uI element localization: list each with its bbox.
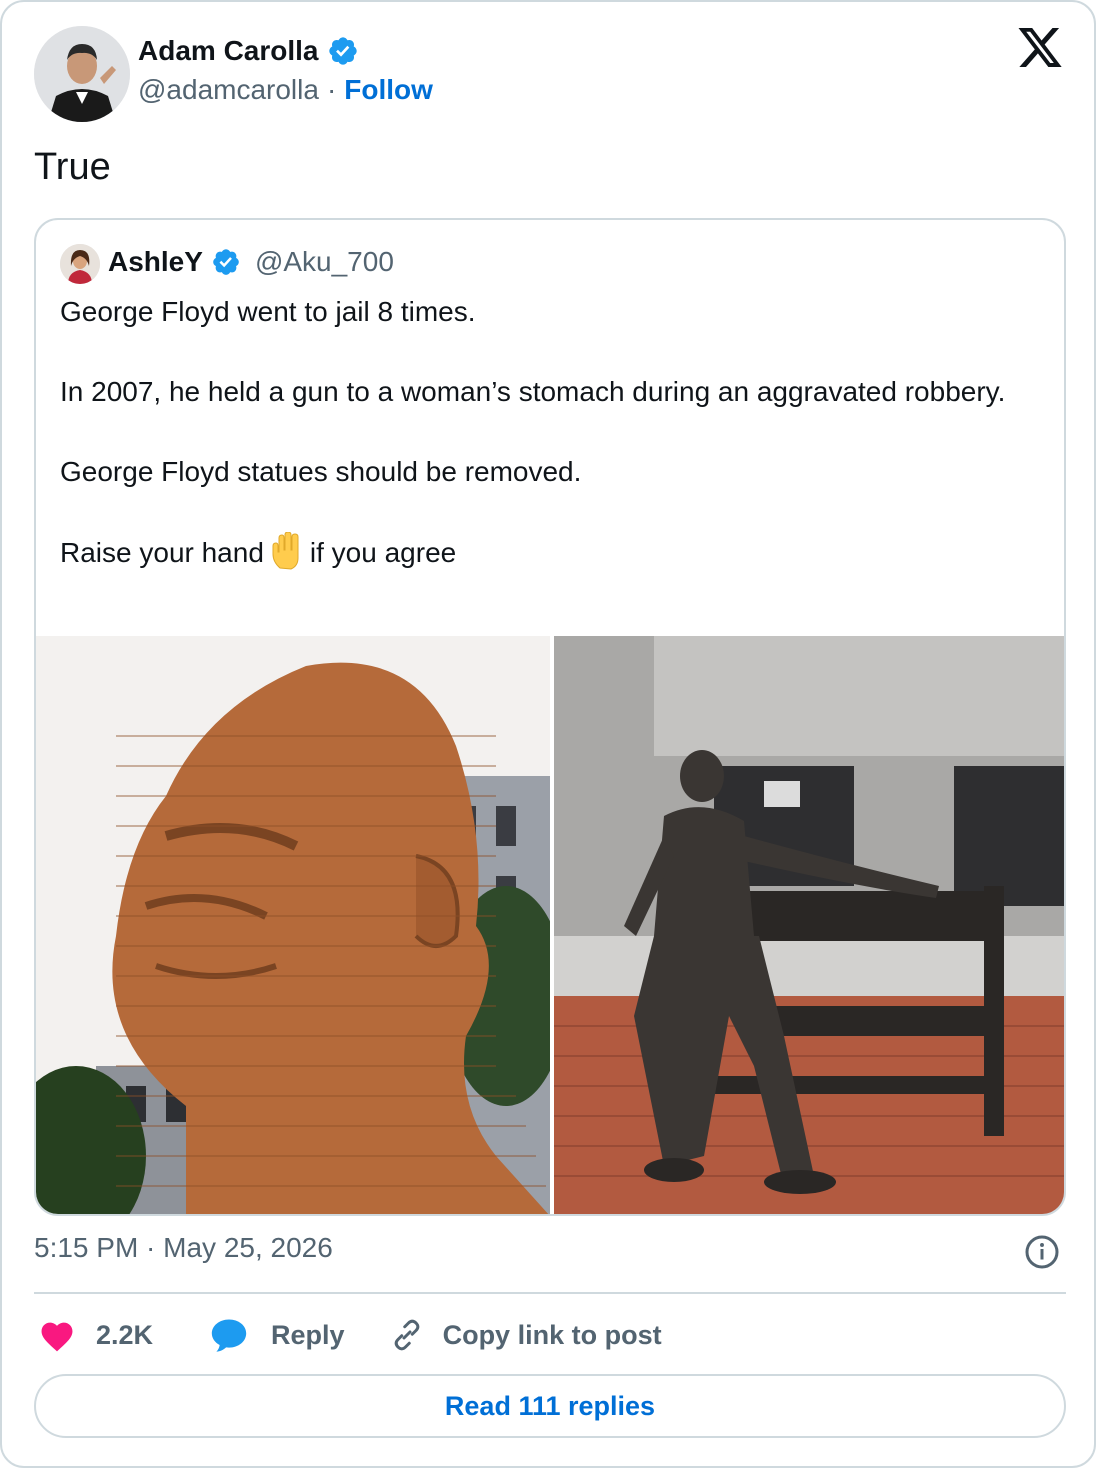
agree-text: if you agree [309, 537, 457, 568]
link-icon [394, 1319, 419, 1351]
raise-hand-text: Raise your hand [60, 537, 264, 568]
reply-button[interactable]: Reply [209, 1317, 345, 1353]
quoted-author-name[interactable]: AshleY [108, 246, 203, 278]
like-button[interactable]: 2.2K [38, 1318, 153, 1352]
divider [34, 1292, 1066, 1294]
author-handle-row: @adamcarolla · Follow [138, 74, 433, 106]
verified-badge-icon [328, 37, 357, 65]
like-count: 2.2K [96, 1319, 154, 1350]
speech-bubble-icon [211, 1319, 247, 1352]
separator-dot: · [326, 74, 337, 105]
copy-link-button[interactable]: Copy link to post [389, 1317, 662, 1353]
author-name[interactable]: Adam Carolla [138, 35, 319, 67]
author-handle[interactable]: @adamcarolla [138, 74, 319, 106]
author-avatar[interactable] [34, 26, 130, 122]
reply-label: Reply [271, 1319, 345, 1350]
quoted-last-line: Raise your hand if you agree [60, 532, 1040, 573]
verified-badge-icon [213, 249, 239, 275]
heart-icon [41, 1322, 73, 1352]
quoted-media-grid [36, 636, 1064, 1214]
follow-link[interactable]: Follow [344, 74, 433, 106]
tweet-embed-card: Adam Carolla @adamcarolla · Follow True … [0, 0, 1096, 1468]
quoted-author-avatar[interactable] [60, 244, 100, 284]
quoted-author-handle: @Aku_700 [254, 246, 394, 277]
quoted-tweet[interactable]: AshleY @Aku_700 George Floyd went to jai… [34, 218, 1066, 1216]
media-image-statue-head[interactable] [36, 636, 550, 1214]
quoted-tweet-text: George Floyd went to jail 8 times. In 20… [60, 292, 1040, 573]
tweet-timestamp[interactable]: 5:15 PM · May 25, 2026 [34, 1232, 333, 1264]
quoted-paragraph: In 2007, he held a gun to a woman’s stom… [60, 376, 1006, 407]
info-icon[interactable] [1024, 1234, 1060, 1270]
read-replies-button[interactable]: Read 111 replies [34, 1374, 1066, 1438]
media-image-bench-statue[interactable] [554, 636, 1064, 1214]
tweet-text: True [34, 146, 111, 188]
quoted-author-row: AshleY @Aku_700 [108, 246, 394, 278]
x-logo-icon[interactable] [1016, 28, 1064, 72]
action-bar: 2.2K Reply Copy link to post [38, 1312, 662, 1358]
quoted-paragraph: George Floyd went to jail 8 times. [60, 296, 476, 327]
quoted-paragraph: George Floyd statues should be removed. [60, 456, 582, 487]
raised-hand-emoji-icon [272, 532, 299, 570]
author-name-row[interactable]: Adam Carolla [138, 35, 359, 67]
copy-link-label: Copy link to post [442, 1319, 662, 1350]
